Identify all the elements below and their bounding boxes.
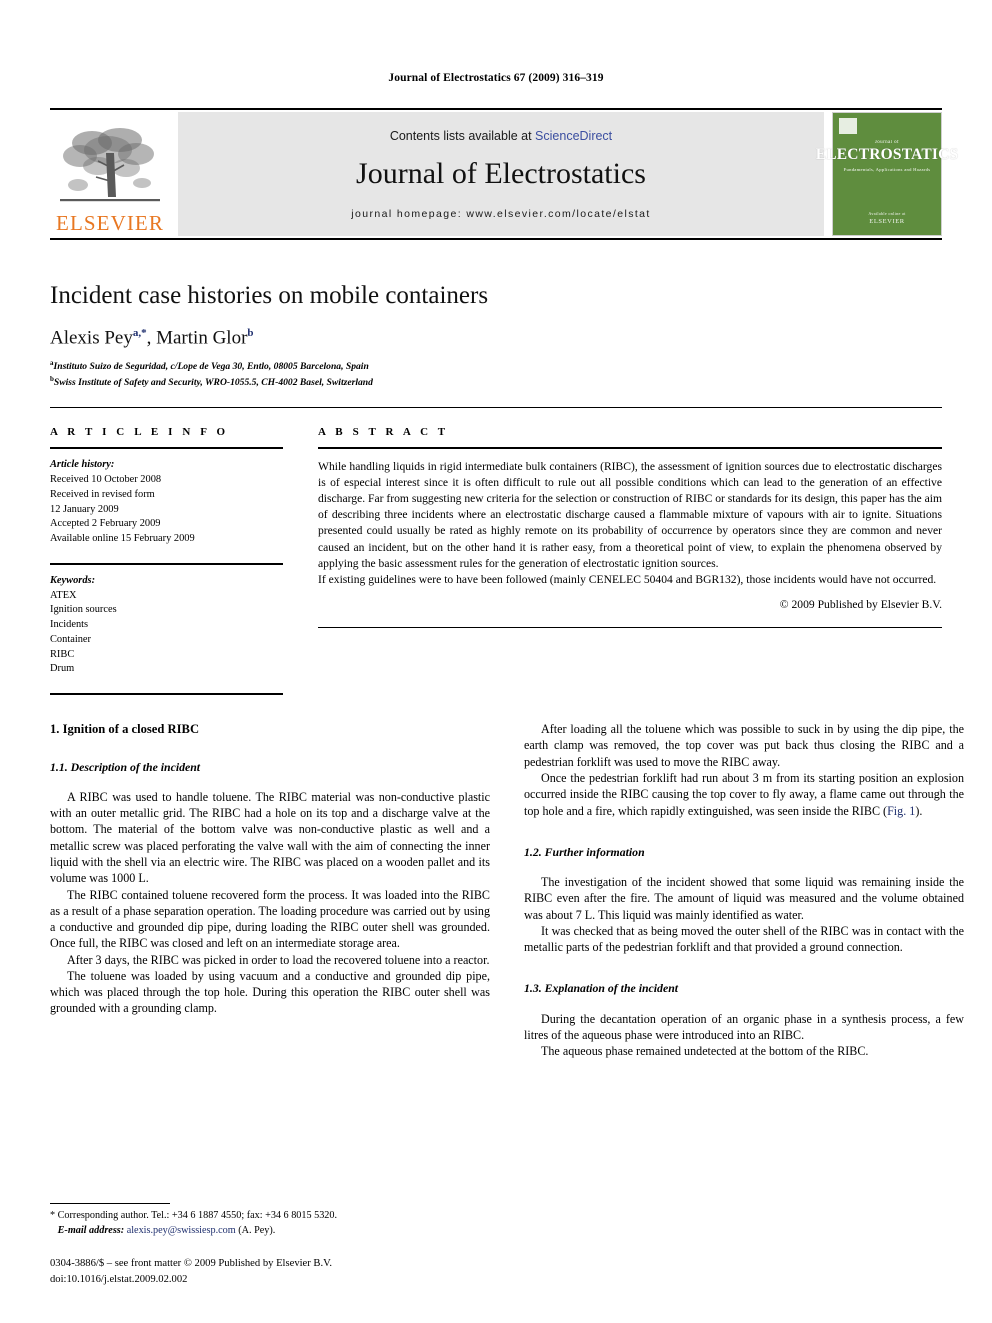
cover-elsevier-mini-icon [839,118,857,134]
body-paragraph: The RIBC contained toluene recovered for… [50,887,490,951]
author-1-marker[interactable]: a,* [133,327,147,339]
subsection-heading-1-1: 1.1. Description of the incident [50,759,201,774]
abstract-paragraph: While handling liquids in rigid intermed… [318,460,942,570]
article-history-label: Article history: [50,459,115,471]
contents-prefix: Contents lists available at [389,128,536,143]
article-history: Article history: Received 10 October 200… [50,458,283,547]
keywords-label: Keywords: [50,574,96,586]
info-abstract-row: A R T I C L E I N F O Article history: R… [50,426,942,696]
elsevier-logo: ELSEVIER [50,112,170,236]
figure-1-link[interactable]: Fig. 1 [887,804,915,818]
affiliation-b-text: Swiss Institute of Safety and Security, … [53,377,373,389]
section-heading-1: 1. Ignition of a closed RIBC [50,722,200,737]
journal-masthead: ELSEVIER Contents lists available at Sci… [50,112,958,236]
history-item: 12 January 2009 [50,503,119,515]
author-1: Alexis Pey [50,327,133,349]
body-left-column: 1. Ignition of a closed RIBC 1.1. Descri… [50,721,490,1059]
running-head: Journal of Electrostatics 67 (2009) 316–… [388,72,604,84]
abstract-column: A B S T R A C T While handling liquids i… [318,426,942,695]
affiliations: aInstituto Suizo de Seguridad, c/Lope de… [50,358,942,390]
article-body: 1. Ignition of a closed RIBC 1.1. Descri… [50,721,964,1059]
page-title: Incident case histories on mobile contai… [50,282,489,309]
affiliation-a: aInstituto Suizo de Seguridad, c/Lope de… [50,358,942,374]
abstract-end-rule [318,626,942,628]
author-2: Martin Glor [156,327,248,349]
issn-copyright-block: 0304-3886/$ – see front matter © 2009 Pu… [50,1256,490,1287]
affiliation-a-text: Instituto Suizo de Seguridad, c/Lope de … [53,361,369,373]
article-info-heading: A R T I C L E I N F O [50,426,229,439]
masthead-bottom-rule [50,238,942,240]
keywords-list: Keywords: ATEX Ignition sources Incident… [50,574,283,677]
email-link[interactable]: alexis.pey@swissiesp.com [127,1225,236,1236]
body-paragraph: After 3 days, the RIBC was picked in ord… [67,952,490,967]
article-info-column: A R T I C L E I N F O Article history: R… [50,426,283,696]
history-item: Received 10 October 2008 [50,474,162,486]
footnote-block: * Corresponding author. Tel.: +34 6 1887… [50,1202,490,1287]
issn-line: 0304-3886/$ – see front matter © 2009 Pu… [50,1258,333,1270]
subsection-heading-1-2: 1.2. Further information [524,844,645,859]
body-paragraph: A RIBC was used to handle toluene. The R… [50,789,490,886]
email-note: E-mail address: alexis.pey@swissiesp.com… [50,1224,490,1239]
body-paragraph: After loading all the toluene which was … [524,722,964,769]
history-item: Accepted 2 February 2009 [50,518,161,530]
keyword-item: ATEX [50,589,77,601]
body-paragraph: The aqueous phase remained undetected at… [541,1044,869,1059]
abstract-body: While handling liquids in rigid intermed… [318,459,942,587]
body-paragraph: During the decantation operation of an o… [524,1011,964,1043]
keyword-item: Container [50,633,91,645]
cover-footer: Available online at ELSEVIER [833,211,941,225]
author-list: Alexis Peya,*, Martin Glorb [50,326,254,349]
abstract-heading: A B S T R A C T [318,426,449,439]
cover-kicker: Journal of [874,140,900,145]
body-right-column: After loading all the toluene which was … [524,721,964,1059]
keyword-item: Ignition sources [50,604,117,616]
elsevier-tree-icon [58,123,162,211]
masthead-panel: Contents lists available at ScienceDirec… [178,112,824,236]
header-rule [50,108,942,110]
email-label: E-mail address: [57,1224,125,1236]
footnote-rule [50,1202,170,1204]
article-info-rule [50,447,283,450]
abstract-paragraph: If existing guidelines were to have been… [318,572,937,586]
journal-cover-thumbnail[interactable]: Journal of ELECTROSTATICS Fundamentals, … [816,112,958,236]
abstract-rule [318,447,942,450]
keyword-item: Drum [50,663,75,675]
keyword-item: Incidents [50,619,89,631]
body-paragraph: The investigation of the incident showed… [524,875,964,922]
abstract-copyright: © 2009 Published by Elsevier B.V. [779,597,942,611]
article-page: Journal of Electrostatics 67 (2009) 316–… [0,0,992,1323]
doi-line[interactable]: doi:10.1016/j.elstat.2009.02.002 [50,1272,490,1287]
cover-footer-brand: ELSEVIER [869,218,905,225]
title-block-rule [50,407,942,409]
journal-title: Journal of Electrostatics [356,156,646,190]
paragraph-text-after-xref: ). [915,803,923,818]
history-item: Received in revised form [50,488,155,500]
author-2-marker[interactable]: b [247,327,253,339]
cover-subtitle: Fundamentals, Applications and Hazards [843,167,931,172]
elsevier-wordmark: ELSEVIER [56,211,164,235]
contents-available-line: Contents lists available at ScienceDirec… [390,129,612,143]
email-owner: (A. Pey). [238,1224,276,1236]
body-paragraph-with-figure-reference: Once the pedestrian forklift had run abo… [524,770,964,819]
keywords-top-rule [50,562,283,565]
journal-homepage-link[interactable]: journal homepage: www.elsevier.com/locat… [351,208,651,220]
keyword-item: RIBC [50,648,75,660]
sciencedirect-link[interactable]: ScienceDirect [535,129,612,143]
affiliation-b: bSwiss Institute of Safety and Security,… [50,374,942,390]
body-paragraph: The toluene was loaded by using vacuum a… [50,968,490,1016]
history-item: Available online 15 February 2009 [50,533,195,545]
cover-footer-note: Available online at [868,211,906,216]
corresponding-author-note: * Corresponding author. Tel.: +34 6 1887… [50,1209,338,1221]
subsection-heading-1-3: 1.3. Explanation of the incident [524,981,679,996]
body-paragraph: It was checked that as being moved the o… [524,923,964,955]
keywords-bottom-rule [50,693,283,696]
cover-title: ELECTROSTATICS [815,146,959,163]
